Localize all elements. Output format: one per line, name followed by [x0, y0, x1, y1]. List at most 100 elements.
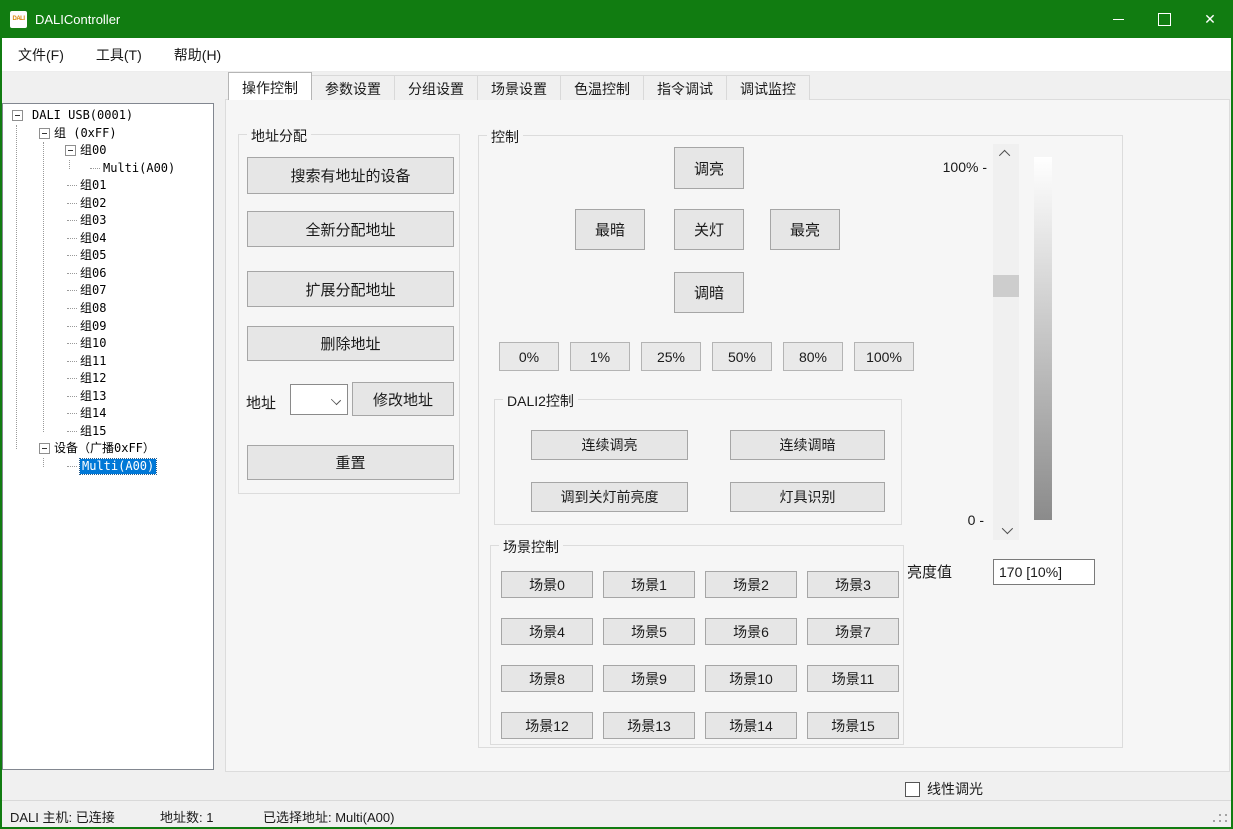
percent-button-1%[interactable]: 1%	[570, 342, 630, 371]
menu-item[interactable]: 文件(F)	[4, 38, 78, 72]
tree-expander-icon[interactable]	[12, 110, 23, 121]
status-item: DALI 主机: 已连接	[10, 807, 115, 826]
tab-操作控制[interactable]: 操作控制	[228, 72, 312, 100]
tree-item[interactable]: 组07	[3, 282, 213, 300]
dali2-button[interactable]: 调到关灯前亮度	[531, 482, 688, 512]
percent-button-80%[interactable]: 80%	[783, 342, 843, 371]
tree-item[interactable]: 组04	[3, 230, 213, 248]
menu-item[interactable]: 工具(T)	[82, 38, 156, 72]
tree-item[interactable]: 组11	[3, 353, 213, 371]
brightness-scrollbar[interactable]	[993, 144, 1019, 540]
scene-button[interactable]: 场景11	[807, 665, 899, 692]
linear-dimming-checkbox[interactable]	[905, 782, 920, 797]
address-action-button[interactable]: 全新分配地址	[247, 211, 454, 247]
tree-item-label: 组06	[80, 266, 106, 281]
brightness-value-field[interactable]: 170 [10%]	[993, 559, 1095, 585]
tree-item[interactable]: 组13	[3, 388, 213, 406]
dali2-button[interactable]: 灯具识别	[730, 482, 885, 512]
darkest-button[interactable]: 最暗	[575, 209, 645, 250]
percent-button-0%[interactable]: 0%	[499, 342, 559, 371]
scene-button[interactable]: 场景2	[705, 571, 797, 598]
tree-item-label: 组07	[80, 283, 106, 298]
tree-item[interactable]: DALI USB(0001)	[3, 107, 213, 125]
tree-item[interactable]: 组03	[3, 212, 213, 230]
tree-item[interactable]: 组12	[3, 370, 213, 388]
maximize-button[interactable]	[1141, 0, 1187, 38]
tree-connector	[67, 343, 77, 344]
scene-group-title: 场景控制	[499, 537, 563, 557]
tree-item[interactable]: 组05	[3, 247, 213, 265]
menu-item[interactable]: 帮助(H)	[160, 38, 235, 72]
tree-item[interactable]: 组01	[3, 177, 213, 195]
tab-场景设置[interactable]: 场景设置	[477, 75, 561, 100]
modify-address-button[interactable]: 修改地址	[352, 382, 454, 416]
close-icon: ✕	[1204, 12, 1216, 26]
tree-item[interactable]: 组10	[3, 335, 213, 353]
dim-button[interactable]: 调暗	[674, 272, 744, 313]
tree-item[interactable]: 组15	[3, 423, 213, 441]
app-logo-icon: DALI	[10, 11, 27, 28]
tree-item-label: 组15	[80, 424, 106, 439]
light-off-button[interactable]: 关灯	[674, 209, 744, 250]
scroll-down-button[interactable]	[993, 520, 1019, 540]
tree-item[interactable]: 组06	[3, 265, 213, 283]
titlebar: DALI DALIController ✕	[0, 0, 1233, 38]
dali2-button[interactable]: 连续调亮	[531, 430, 688, 460]
minimize-button[interactable]	[1095, 0, 1141, 38]
tree-item[interactable]: Multi(A00)	[3, 458, 213, 476]
tree-item[interactable]: 组00	[3, 142, 213, 160]
brightest-button[interactable]: 最亮	[770, 209, 840, 250]
resize-grip-icon[interactable]	[1225, 808, 1227, 810]
dali2-button[interactable]: 连续调暗	[730, 430, 885, 460]
scene-button[interactable]: 场景8	[501, 665, 593, 692]
scene-button[interactable]: 场景10	[705, 665, 797, 692]
tree-item[interactable]: 组08	[3, 300, 213, 318]
scene-button[interactable]: 场景12	[501, 712, 593, 739]
tab-指令调试[interactable]: 指令调试	[643, 75, 727, 100]
tree-item[interactable]: 组 (0xFF)	[3, 125, 213, 143]
tree-item[interactable]: 组02	[3, 195, 213, 213]
tree-item[interactable]: 设备（广播0xFF）	[3, 440, 213, 458]
percent-button-25%[interactable]: 25%	[641, 342, 701, 371]
window-border-left	[0, 38, 2, 829]
percent-button-100%[interactable]: 100%	[854, 342, 914, 371]
status-item: 地址数: 1	[160, 807, 213, 826]
tree-expander-icon[interactable]	[65, 145, 76, 156]
scene-button[interactable]: 场景4	[501, 618, 593, 645]
tree-item[interactable]: 组14	[3, 405, 213, 423]
close-button[interactable]: ✕	[1187, 0, 1233, 38]
tree-guide-line	[69, 160, 70, 169]
tree-item[interactable]: 组09	[3, 318, 213, 336]
tree-item[interactable]: Multi(A00)	[3, 160, 213, 178]
tab-调试监控[interactable]: 调试监控	[726, 75, 810, 100]
scrollbar-thumb[interactable]	[993, 275, 1019, 297]
reset-button[interactable]: 重置	[247, 445, 454, 480]
scene-button[interactable]: 场景3	[807, 571, 899, 598]
scene-button[interactable]: 场景5	[603, 618, 695, 645]
scene-button[interactable]: 场景14	[705, 712, 797, 739]
address-action-button[interactable]: 扩展分配地址	[247, 271, 454, 307]
scene-button[interactable]: 场景15	[807, 712, 899, 739]
tree-item-label: 组10	[80, 336, 106, 351]
percent-button-row: 0% 1% 25% 50% 80% 100%	[499, 342, 914, 371]
scene-button[interactable]: 场景9	[603, 665, 695, 692]
tree-connector	[67, 466, 77, 467]
scroll-up-button[interactable]	[993, 144, 1019, 164]
scene-button[interactable]: 场景13	[603, 712, 695, 739]
address-select[interactable]	[290, 384, 348, 415]
scene-button[interactable]: 场景1	[603, 571, 695, 598]
scene-button[interactable]: 场景6	[705, 618, 797, 645]
brighten-button[interactable]: 调亮	[674, 147, 744, 189]
address-action-button[interactable]: 删除地址	[247, 326, 454, 361]
tab-色温控制[interactable]: 色温控制	[560, 75, 644, 100]
tab-参数设置[interactable]: 参数设置	[311, 75, 395, 100]
scene-button[interactable]: 场景0	[501, 571, 593, 598]
tab-分组设置[interactable]: 分组设置	[394, 75, 478, 100]
window-title: DALIController	[35, 12, 120, 27]
percent-button-50%[interactable]: 50%	[712, 342, 772, 371]
tree-expander-icon[interactable]	[39, 443, 50, 454]
tree-expander-icon[interactable]	[39, 128, 50, 139]
address-action-button[interactable]: 搜索有地址的设备	[247, 157, 454, 194]
scene-button[interactable]: 场景7	[807, 618, 899, 645]
tree-item-label: 组00	[80, 143, 106, 158]
